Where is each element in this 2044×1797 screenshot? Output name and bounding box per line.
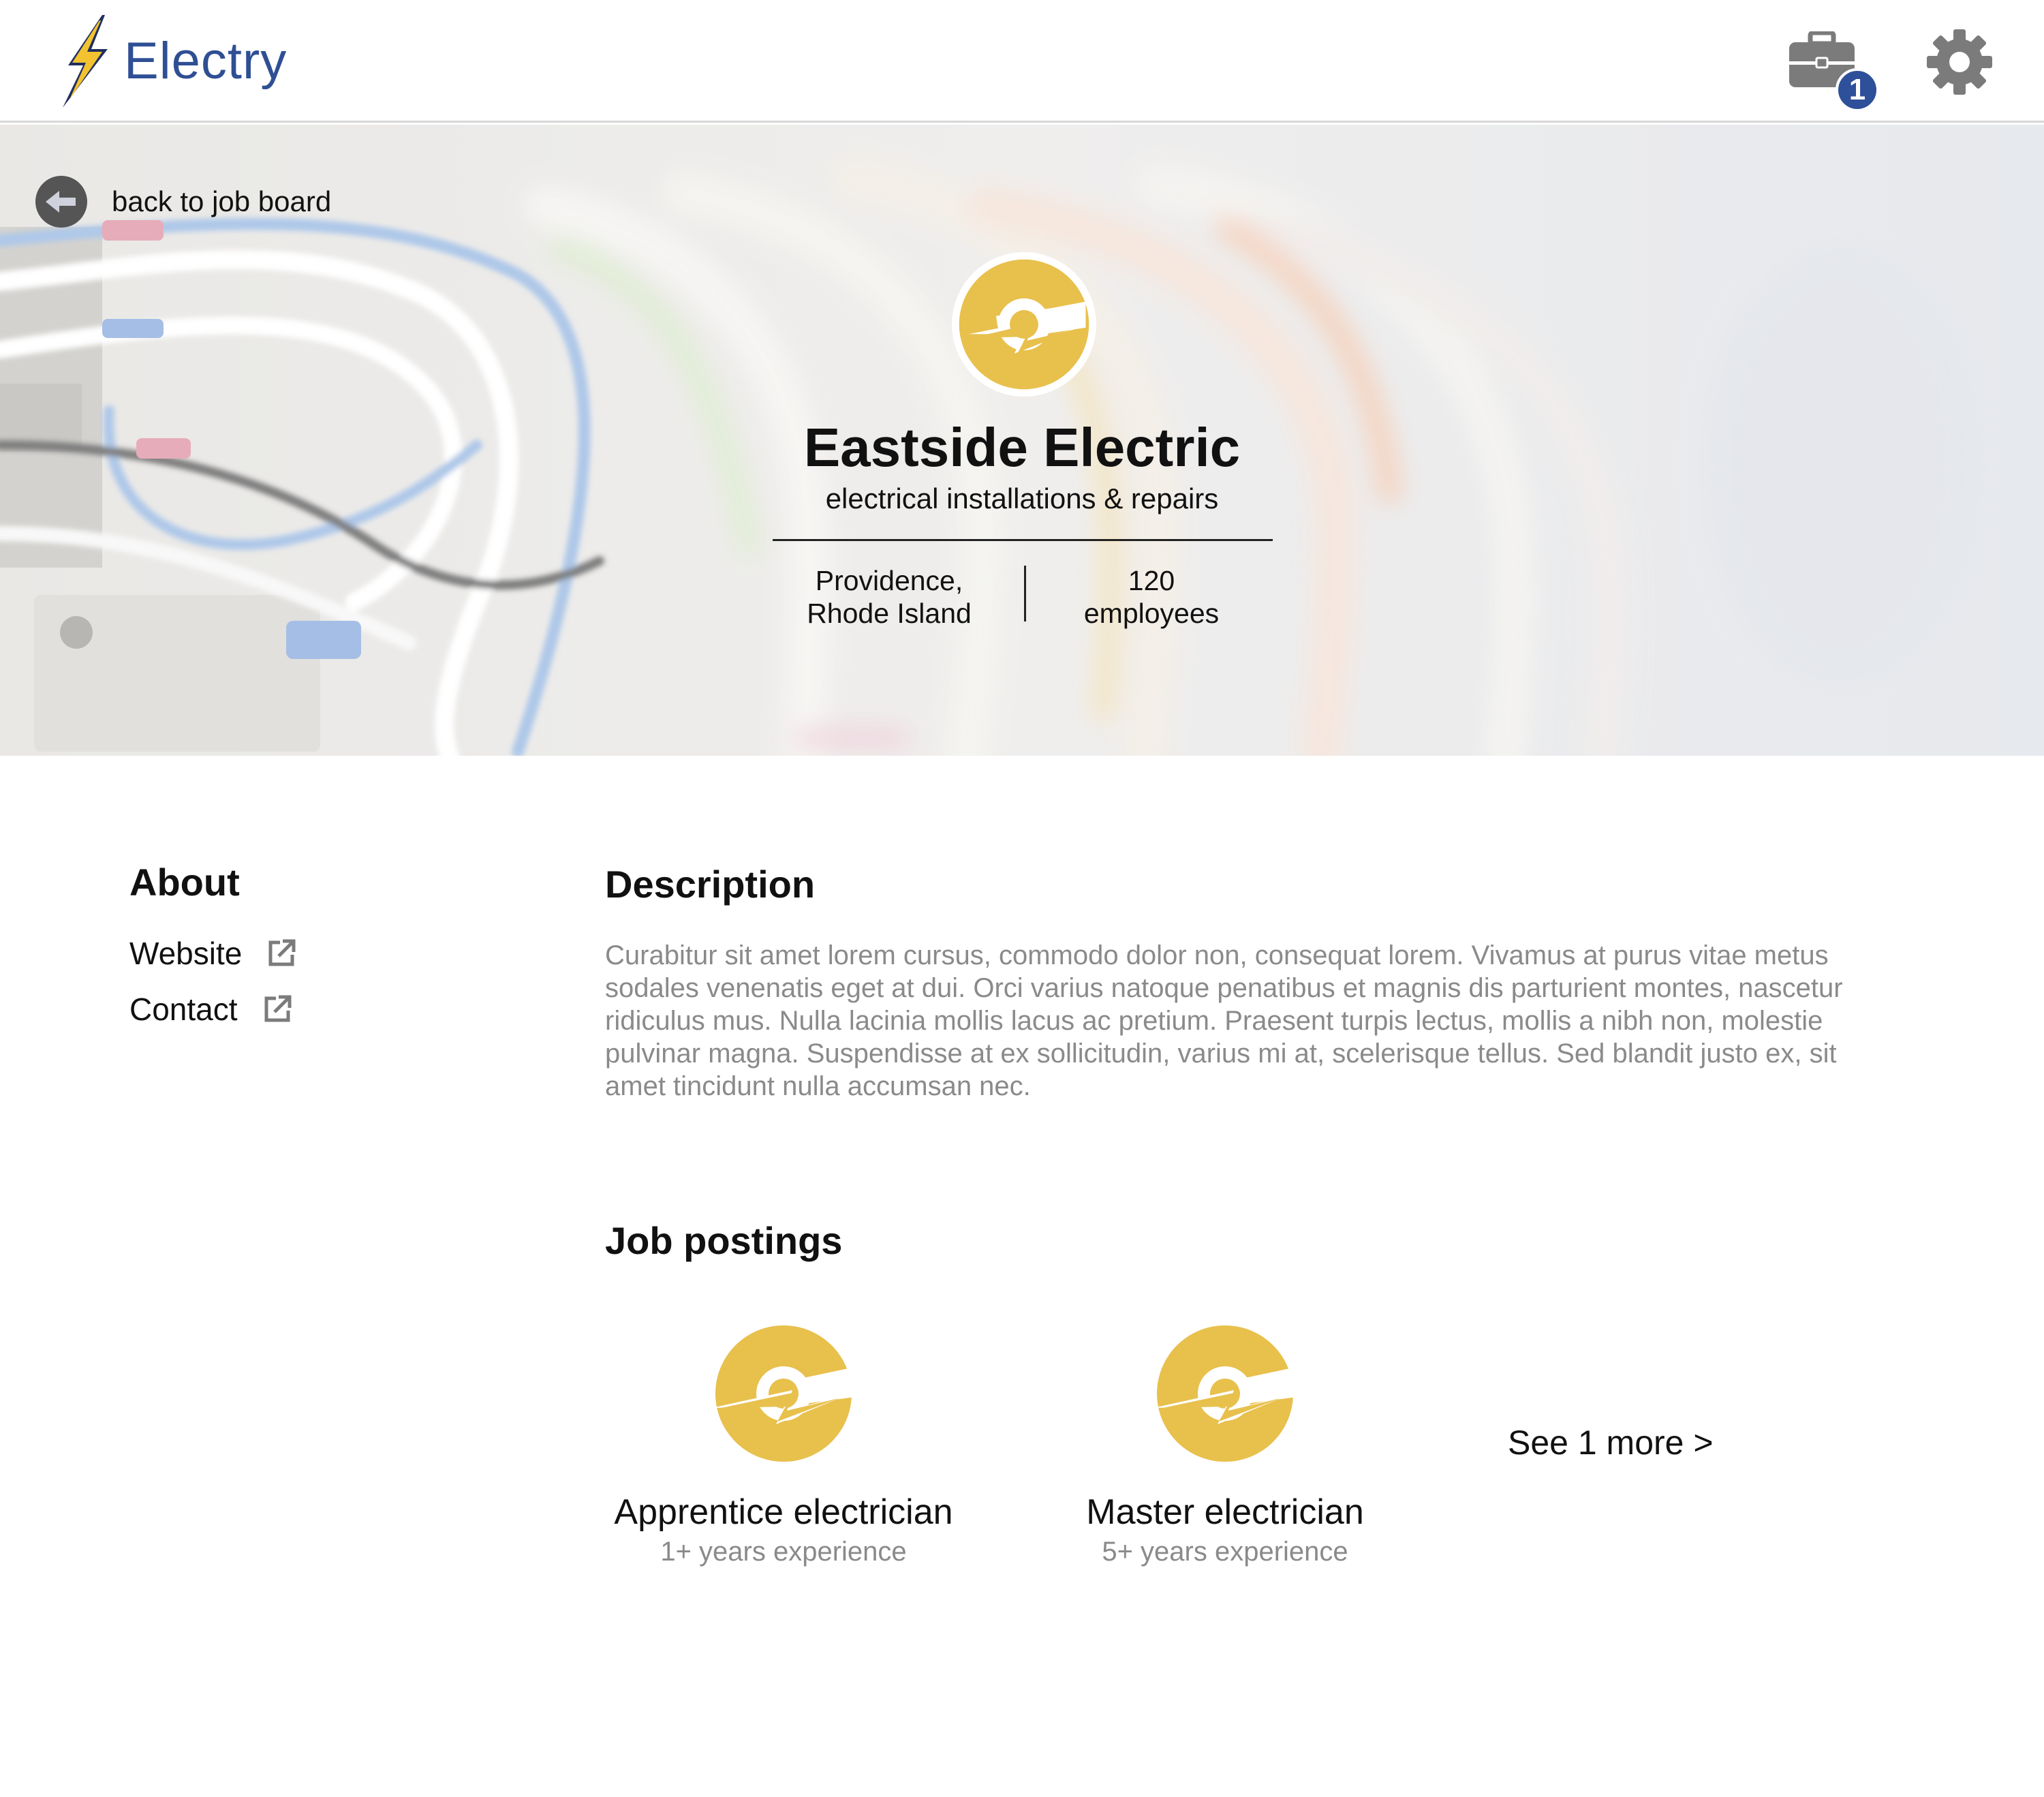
- eastside-electric-logo: [712, 1325, 855, 1462]
- saved-jobs-button[interactable]: 1: [1788, 25, 1879, 112]
- job-title: Apprentice electrician: [614, 1492, 953, 1532]
- employees-count: 120: [1128, 565, 1175, 596]
- contact-link-label: Contact: [129, 992, 238, 1027]
- gear-icon[interactable]: [1925, 28, 1994, 96]
- website-link[interactable]: Website: [129, 935, 296, 972]
- job-title: Master electrician: [1086, 1492, 1364, 1532]
- arrow-left-icon: [35, 176, 87, 228]
- external-link-icon: [268, 939, 296, 966]
- company-description: Curabitur sit amet lorem cursus, commodo…: [605, 940, 1843, 1101]
- company-employees: 120 employees: [1049, 564, 1254, 630]
- see-more-jobs-link[interactable]: See 1 more >: [1508, 1423, 1714, 1462]
- contact-link[interactable]: Contact: [129, 991, 292, 1028]
- external-link-icon: [264, 995, 292, 1022]
- top-actions: 1: [1788, 25, 1994, 112]
- job-posting-card[interactable]: Master electrician 5+ years experience: [1034, 1322, 1416, 1567]
- hero-divider: [773, 539, 1273, 541]
- about-heading: About: [129, 861, 240, 904]
- job-postings-heading: Job postings: [605, 1219, 843, 1262]
- description-heading: Description: [605, 863, 816, 906]
- location-state: Rhode Island: [807, 598, 972, 629]
- company-name: Eastside Electric: [803, 417, 1241, 478]
- back-link-label: back to job board: [112, 185, 332, 217]
- saved-jobs-count-badge: 1: [1836, 68, 1879, 112]
- company-hero-banner: back to job board Eastside Electric elec…: [0, 125, 2044, 756]
- brand-home-link[interactable]: Electry: [56, 12, 287, 109]
- hero-stats-separator: [1024, 566, 1026, 621]
- lightning-bolt-icon: [63, 15, 108, 108]
- back-to-job-board-link[interactable]: back to job board: [35, 176, 331, 228]
- company-location: Providence, Rhode Island: [777, 564, 1002, 630]
- eastside-electric-logo: [1153, 1325, 1297, 1462]
- employees-label: employees: [1083, 598, 1220, 629]
- company-tagline: electrical installations & repairs: [825, 482, 1219, 514]
- eastside-electric-logo: [952, 252, 1096, 397]
- top-bar: Electry 1: [0, 0, 2044, 123]
- website-link-label: Website: [129, 936, 243, 971]
- location-city: Providence,: [815, 565, 963, 596]
- job-experience: 5+ years experience: [1102, 1537, 1348, 1567]
- job-posting-card[interactable]: Apprentice electrician 1+ years experien…: [593, 1322, 974, 1567]
- job-experience: 1+ years experience: [660, 1537, 907, 1567]
- brand-name: Electry: [124, 31, 288, 90]
